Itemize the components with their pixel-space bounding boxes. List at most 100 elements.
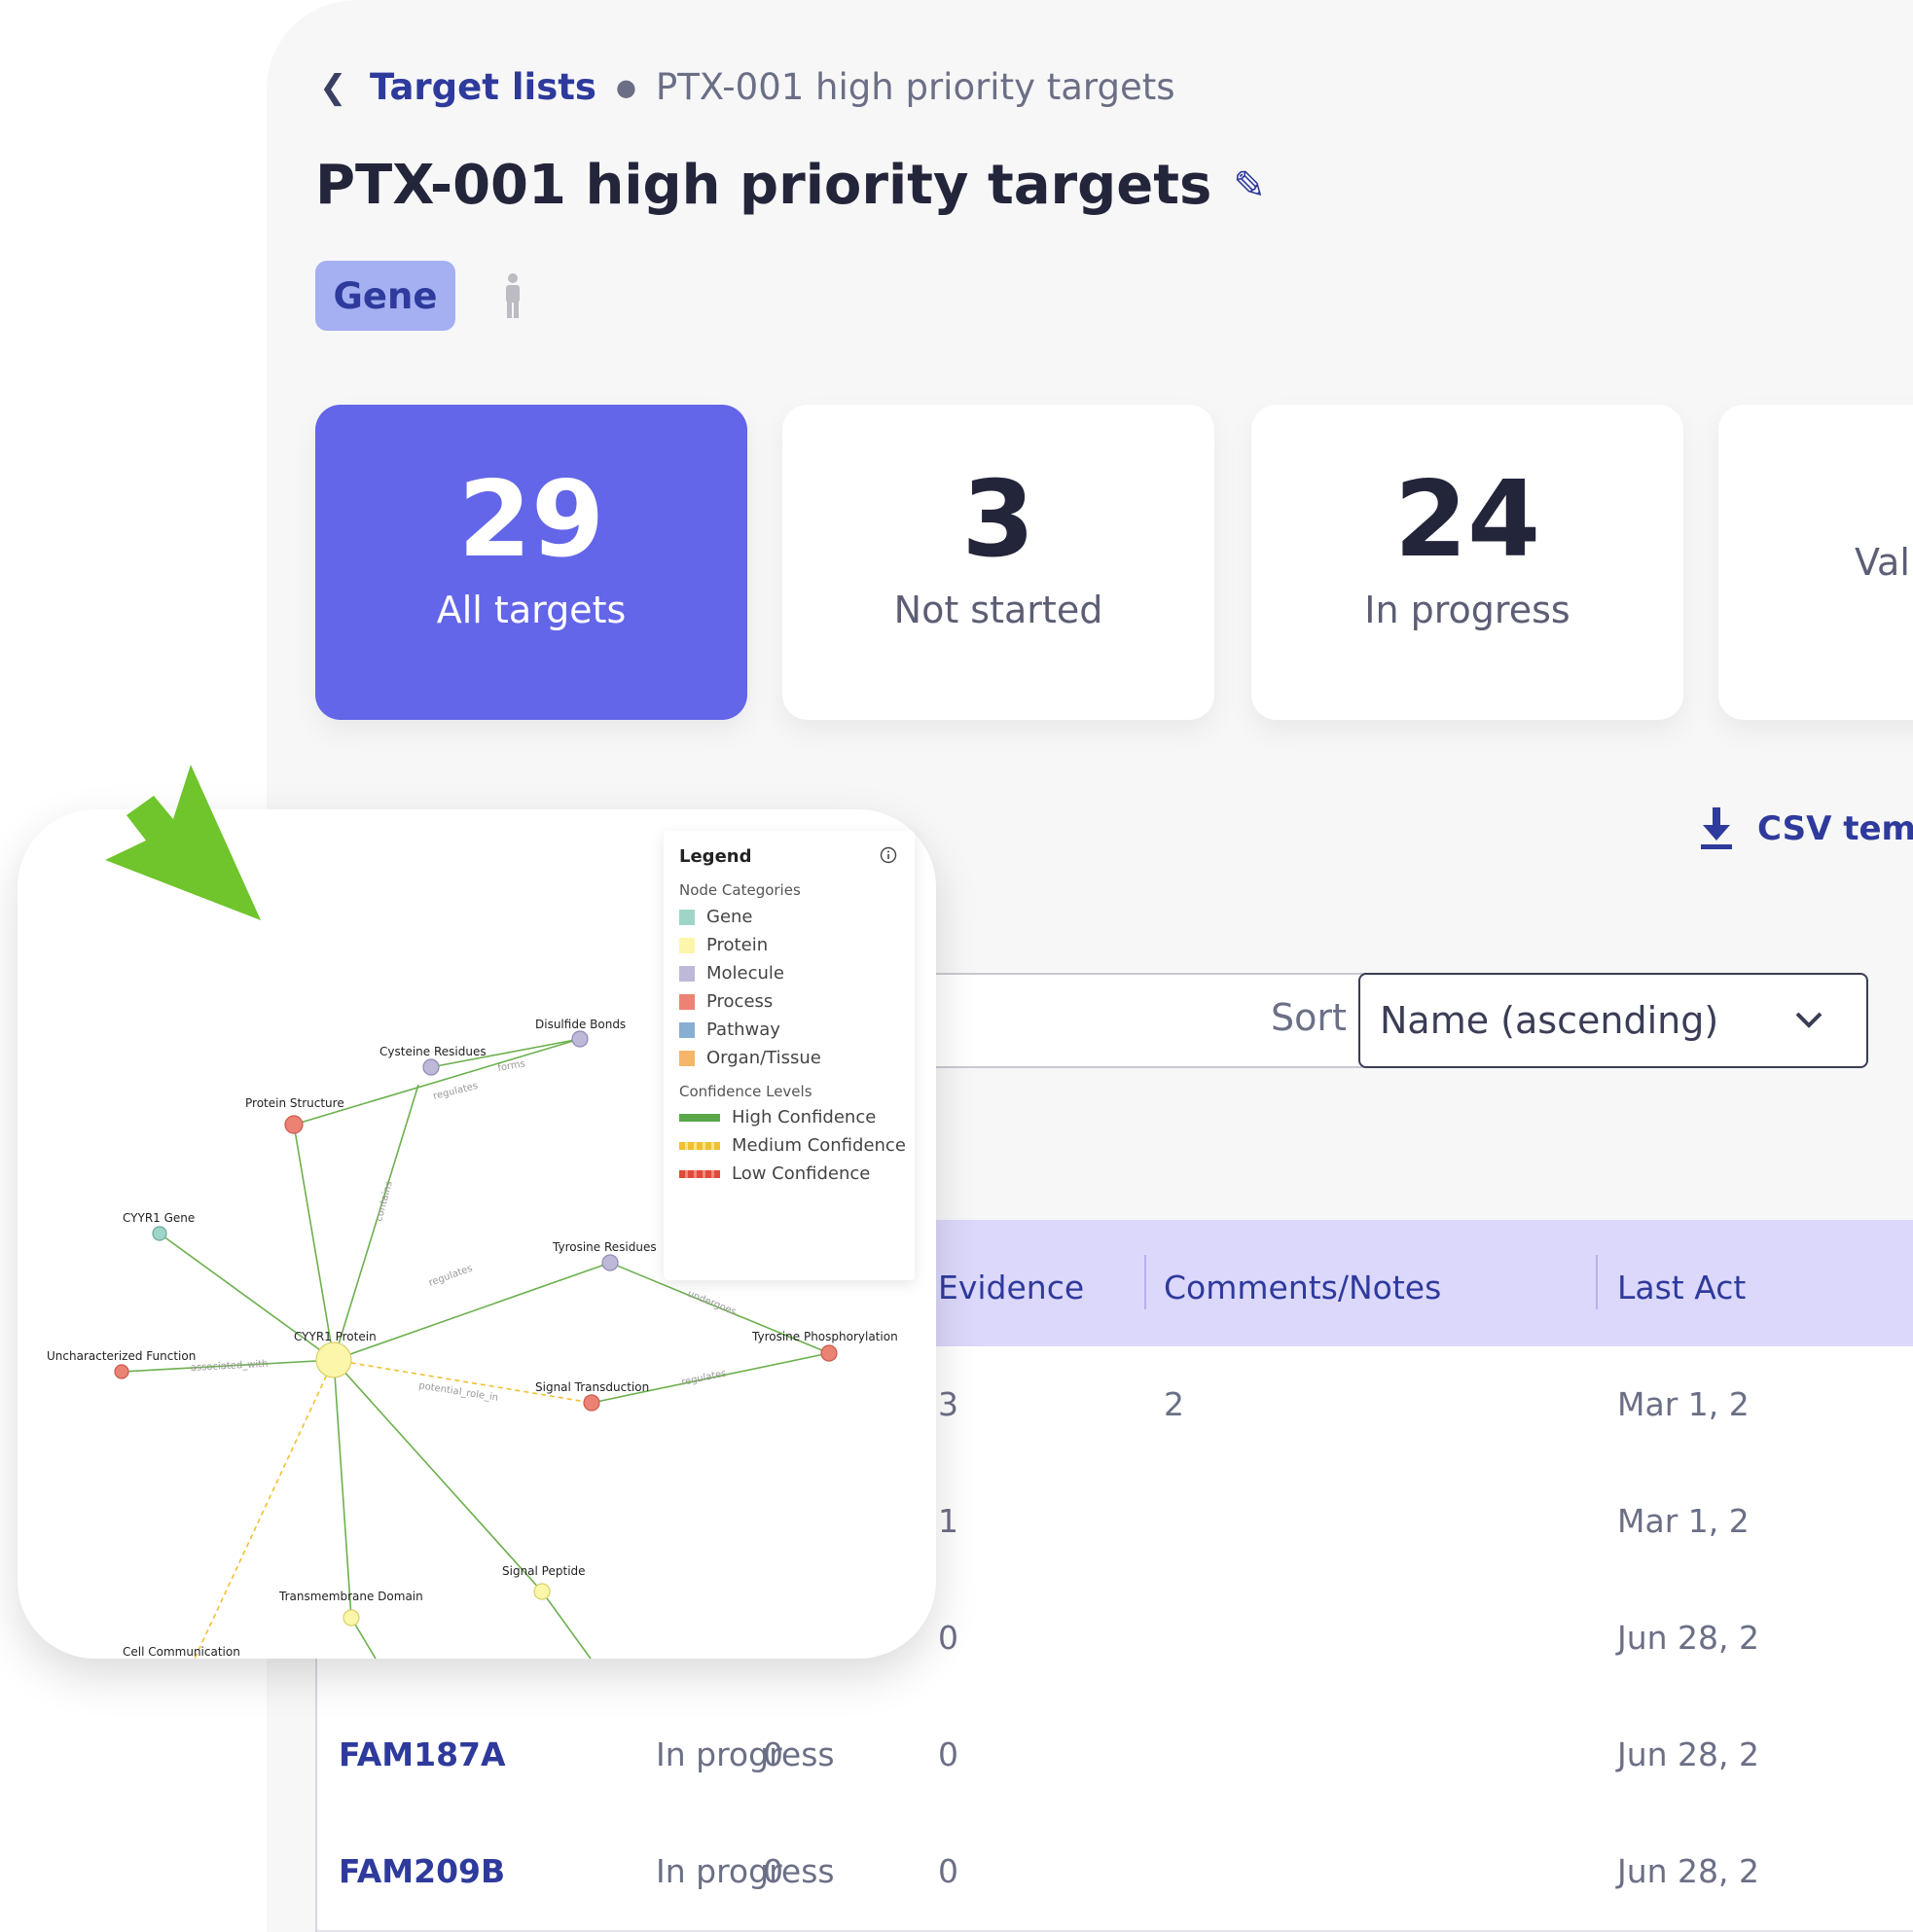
score-cell: 0 xyxy=(763,1735,783,1773)
legend-label: Pathway xyxy=(706,1020,780,1040)
stat-label: Not started xyxy=(893,588,1103,631)
legend-label: Gene xyxy=(706,907,753,927)
table-row[interactable]: FAM187A In progress 0 0 Jun 28, 2 xyxy=(315,1697,1913,1815)
node-label: Transmembrane Domain xyxy=(278,1590,423,1603)
pencil-icon[interactable]: ✎ xyxy=(1233,163,1266,208)
last-activity-cell: Mar 1, 2 xyxy=(1617,1502,1750,1540)
target-name[interactable]: FAM187A xyxy=(339,1735,506,1773)
page-title-row: PTX-001 high priority targets ✎ xyxy=(315,154,1266,217)
graph-legend: Legend Node Categories Gene Protein Mole… xyxy=(664,831,915,1280)
table-row[interactable]: FAM209B In progress 0 0 Jun 28, 2 xyxy=(315,1813,1913,1932)
breadcrumb: ❮ Target lists ● PTX-001 high priority t… xyxy=(319,66,1175,108)
stat-value: 29 xyxy=(457,459,605,581)
edge-label: associated_with xyxy=(191,1359,269,1374)
node-label: Signal Peptide xyxy=(502,1564,586,1578)
download-icon xyxy=(1701,807,1732,849)
last-activity-cell: Jun 28, 2 xyxy=(1617,1619,1760,1657)
info-icon[interactable] xyxy=(880,846,897,864)
graph-node[interactable] xyxy=(114,1364,129,1379)
node-label: Cysteine Residues xyxy=(379,1045,487,1058)
graph-node[interactable] xyxy=(284,1115,304,1134)
stat-card-not-started[interactable]: 3 Not started xyxy=(782,405,1214,720)
node-label: Signal Transduction xyxy=(535,1380,649,1394)
evidence-cell: 0 xyxy=(938,1619,958,1657)
edge-label: undergoes xyxy=(686,1289,738,1318)
graph-node[interactable] xyxy=(152,1226,167,1241)
graph-node[interactable] xyxy=(422,1058,440,1076)
stat-label: Vali xyxy=(1855,541,1913,584)
legend-swatch xyxy=(679,937,695,953)
legend-label: High Confidence xyxy=(732,1107,877,1127)
legend-swatch xyxy=(679,1050,695,1066)
last-activity-cell: Jun 28, 2 xyxy=(1617,1852,1760,1890)
legend-label: Organ/Tissue xyxy=(706,1048,821,1068)
stat-card-in-progress[interactable]: 24 In progress xyxy=(1251,405,1683,720)
last-activity-cell: Jun 28, 2 xyxy=(1617,1735,1760,1773)
legend-node-heading: Node Categories xyxy=(679,881,801,899)
gene-tag[interactable]: Gene xyxy=(315,261,455,331)
graph-node[interactable] xyxy=(533,1583,551,1600)
status-cell: In progress xyxy=(656,1735,835,1773)
column-header-last-activity[interactable]: Last Act xyxy=(1617,1269,1746,1306)
legend-title: Legend xyxy=(679,846,752,867)
legend-line xyxy=(679,1141,720,1150)
column-header-evidence[interactable]: Evidence xyxy=(938,1269,1084,1306)
node-label: Uncharacterized Function xyxy=(47,1349,196,1363)
legend-item: Process xyxy=(679,991,773,1012)
stat-label: All targets xyxy=(436,588,627,631)
legend-label: Process xyxy=(706,991,774,1012)
node-label: CYYR1 Protein xyxy=(294,1330,377,1343)
green-arrow-icon xyxy=(105,765,261,920)
sort-select-value: Name (ascending) xyxy=(1380,999,1719,1042)
legend-label: Molecule xyxy=(706,963,784,984)
csv-template-label: CSV templa xyxy=(1757,809,1913,848)
graph-edge xyxy=(333,1262,611,1361)
stat-card-validated[interactable]: Vali xyxy=(1718,405,1913,720)
legend-swatch xyxy=(679,993,695,1010)
target-name[interactable]: FAM209B xyxy=(339,1852,505,1890)
legend-item: Gene xyxy=(679,907,753,927)
legend-item: Protein xyxy=(679,935,768,955)
comments-cell: 2 xyxy=(1164,1385,1184,1423)
legend-item: Medium Confidence xyxy=(679,1135,906,1156)
graph-edge xyxy=(293,1124,335,1361)
legend-item: Low Confidence xyxy=(679,1163,870,1184)
column-header-comments[interactable]: Comments/Notes xyxy=(1164,1269,1441,1306)
evidence-cell: 0 xyxy=(938,1852,958,1890)
graph-node[interactable] xyxy=(343,1609,360,1627)
legend-label: Medium Confidence xyxy=(732,1135,906,1156)
node-label: Cell Communication xyxy=(123,1645,240,1659)
graph-node[interactable] xyxy=(820,1344,838,1362)
edge-label: potential_role_in xyxy=(418,1380,499,1404)
graph-node[interactable] xyxy=(571,1030,589,1048)
legend-item: Molecule xyxy=(679,963,784,984)
chevron-left-icon[interactable]: ❮ xyxy=(319,68,358,107)
sort-label: Sort xyxy=(1271,996,1347,1039)
edge-label: regulates xyxy=(427,1263,474,1288)
legend-item: Pathway xyxy=(679,1020,780,1040)
evidence-cell: 3 xyxy=(938,1385,958,1423)
last-activity-cell: Mar 1, 2 xyxy=(1617,1385,1750,1423)
graph-node[interactable] xyxy=(583,1394,600,1412)
graph-edge xyxy=(541,1591,592,1659)
breadcrumb-link-target-lists[interactable]: Target lists xyxy=(370,66,596,108)
stat-value: 3 xyxy=(961,459,1035,581)
graph-node[interactable] xyxy=(601,1254,619,1271)
edge-label: forms xyxy=(497,1058,526,1074)
legend-swatch xyxy=(679,909,695,925)
page-title: PTX-001 high priority targets xyxy=(315,154,1212,217)
stat-value: 24 xyxy=(1393,459,1541,581)
node-label: Tyrosine Phosphorylation xyxy=(751,1330,898,1343)
csv-template-link[interactable]: CSV templa xyxy=(1697,807,1913,850)
graph-edge xyxy=(333,1359,543,1592)
stat-card-all-targets[interactable]: 29 All targets xyxy=(315,405,747,720)
legend-label: Low Confidence xyxy=(732,1163,871,1184)
column-divider xyxy=(1144,1255,1146,1309)
sort-select[interactable]: Name (ascending) xyxy=(1358,973,1868,1068)
legend-label: Protein xyxy=(706,935,769,955)
breadcrumb-separator: ● xyxy=(615,73,636,101)
person-icon xyxy=(506,273,520,318)
evidence-cell: 0 xyxy=(938,1735,958,1773)
stat-label: In progress xyxy=(1364,588,1570,631)
graph-node-central[interactable] xyxy=(315,1342,352,1378)
